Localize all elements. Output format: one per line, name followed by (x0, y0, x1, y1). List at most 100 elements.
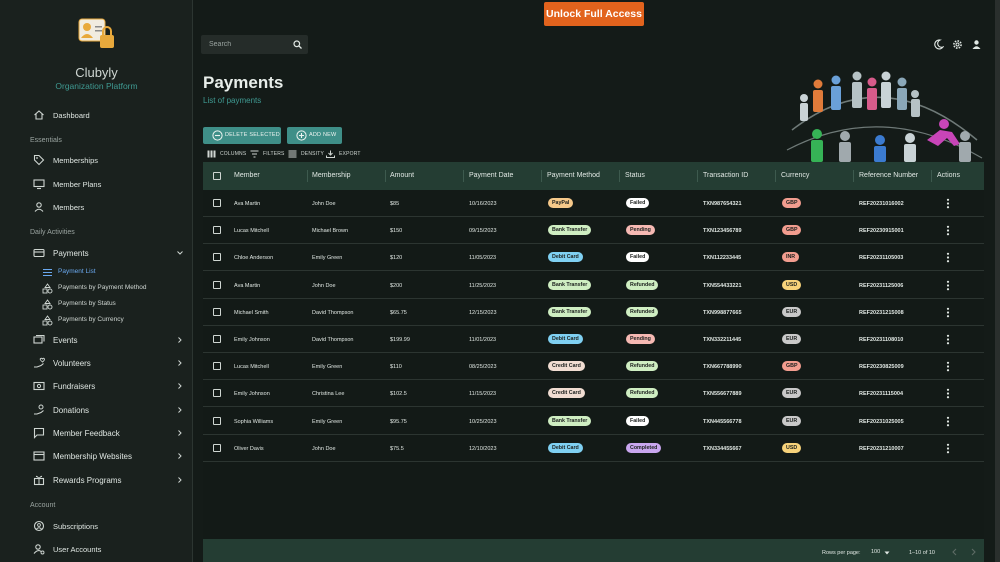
table-row[interactable]: Ava Martin John Doe $85 10/16/2023 PayPal Fai… (203, 190, 984, 217)
row-checkbox[interactable] (213, 389, 221, 398)
more-options-icon[interactable] (945, 252, 951, 263)
sidebar-item-memberships[interactable]: Memberships (0, 151, 192, 169)
density-button[interactable]: DENSITY (288, 149, 324, 159)
page-scrollbar[interactable] (995, 0, 1000, 562)
table-row[interactable]: Oliver Davis John Doe $75.5 12/10/2023 Debit… (203, 435, 984, 462)
filters-button[interactable]: FILTERS (250, 149, 286, 159)
reference-number-cell: REF20230915001 (859, 228, 904, 235)
member-cell: Ava Martin (234, 201, 261, 207)
row-checkbox[interactable] (213, 362, 221, 371)
column-header-payment-method[interactable]: Payment Method (547, 172, 600, 179)
sidebar-item-events[interactable]: Events (0, 331, 192, 349)
more-options-icon[interactable] (945, 361, 951, 372)
search-input[interactable] (209, 38, 289, 51)
column-header-member[interactable]: Member (234, 172, 260, 179)
row-checkbox[interactable] (213, 416, 221, 425)
row-checkbox[interactable] (213, 253, 221, 262)
rows-per-page-select[interactable]: 100 (871, 549, 891, 557)
unlock-full-access-button[interactable]: Unlock Full Access (544, 2, 644, 26)
sidebar-item-dashboard[interactable]: Dashboard (0, 106, 192, 124)
more-options-icon[interactable] (945, 198, 951, 209)
column-header-amount[interactable]: Amount (390, 172, 414, 179)
sidebar-subitem-payments-by-status[interactable]: Payments by Status (0, 297, 192, 311)
table-row[interactable]: Chloe Anderson Emily Green $120 11/05/2023 D… (203, 244, 984, 272)
more-options-icon[interactable] (945, 225, 951, 236)
column-header-transaction-id[interactable]: Transaction ID (703, 172, 748, 179)
gear-icon[interactable] (952, 39, 963, 50)
table-row[interactable]: Lucas Mitchell Michael Brown $150 09/15/202… (203, 217, 984, 245)
more-options-icon[interactable] (945, 443, 951, 454)
person-icon (34, 202, 44, 212)
column-separator[interactable] (541, 170, 542, 182)
more-options-icon[interactable] (945, 307, 951, 318)
money-icon (33, 381, 45, 391)
add-new-button[interactable]: ADD NEW (287, 127, 342, 144)
column-separator[interactable] (463, 170, 464, 182)
page-subtitle: List of payments (203, 96, 262, 105)
table-row[interactable]: Ava Martin John Doe $200 11/25/2023 Bank Tra… (203, 272, 984, 299)
column-header-payment-date[interactable]: Payment Date (469, 172, 513, 179)
table-row[interactable]: Emily Johnson David Thompson $199.99 11/01/… (203, 326, 984, 353)
select-all-checkbox[interactable] (213, 172, 221, 180)
badge-icon (33, 520, 45, 532)
sidebar-subitem-payments-by-currency[interactable]: Payments by Currency (0, 313, 192, 327)
sidebar-item-member-feedback[interactable]: Member Feedback (0, 424, 192, 442)
sidebar-item-label: Member Feedback (53, 428, 120, 438)
row-checkbox[interactable] (213, 226, 221, 235)
column-separator[interactable] (775, 170, 776, 182)
column-header-currency[interactable]: Currency (781, 172, 809, 179)
delete-selected-label: DELETE SELECTED (225, 132, 280, 138)
moon-icon[interactable] (933, 39, 944, 50)
sidebar-item-fundraisers[interactable]: Fundraisers (0, 377, 192, 395)
currency-chip: EUR (782, 306, 802, 317)
more-options-icon[interactable] (945, 280, 951, 291)
row-checkbox[interactable] (213, 335, 221, 343)
sidebar-item-payments[interactable]: Payments (0, 244, 192, 262)
columns-button[interactable]: COLUMNS (207, 149, 247, 159)
column-separator[interactable] (619, 170, 620, 182)
reference-number-cell: REF20231125006 (859, 282, 904, 289)
column-separator[interactable] (853, 170, 854, 182)
minus-circle-icon (212, 130, 223, 141)
row-checkbox[interactable] (213, 443, 221, 452)
row-checkbox[interactable] (213, 280, 221, 289)
row-checkbox[interactable] (213, 199, 221, 207)
table-row[interactable]: Emily Johnson Christina Lee $102.5 11/15/20… (203, 380, 984, 408)
sidebar-item-volunteers[interactable]: Volunteers (0, 354, 192, 372)
export-button[interactable]: EXPORT (326, 149, 362, 159)
more-options-icon[interactable] (945, 334, 951, 345)
sidebar-item-donations[interactable]: Donations (0, 401, 192, 419)
shapes-icon (42, 283, 53, 294)
column-separator[interactable] (385, 170, 386, 182)
table-row[interactable]: Sophia Williams Emily Green $95.75 10/25/20… (203, 408, 984, 435)
more-options-icon[interactable] (945, 388, 951, 399)
column-separator[interactable] (307, 170, 308, 182)
sidebar-item-user-accounts[interactable]: User Accounts (0, 540, 192, 558)
sidebar-item-rewards-programs[interactable]: Rewards Programs (0, 471, 192, 489)
sidebar-item-subscriptions[interactable]: Subscriptions (0, 517, 192, 535)
more-options-icon[interactable] (945, 416, 951, 427)
sidebar-subitem-payments-by-method[interactable]: Payments by Payment Method (0, 281, 192, 295)
column-header-reference-number[interactable]: Reference Number (859, 172, 918, 179)
column-separator[interactable] (931, 170, 932, 182)
column-separator[interactable] (697, 170, 698, 182)
column-header-membership[interactable]: Membership (312, 172, 351, 179)
column-header-status[interactable]: Status (625, 172, 645, 179)
sidebar-item-member-plans[interactable]: Member Plans (0, 175, 192, 193)
previous-page-icon[interactable] (951, 548, 959, 556)
sidebar-item-members[interactable]: Members (0, 198, 192, 216)
table-row[interactable]: Michael Smith David Thompson $65.75 12/15/2… (203, 299, 984, 326)
sidebar-subitem-payment-list[interactable]: Payment List (0, 265, 192, 279)
sidebar-item-label: Membership Websites (53, 451, 132, 461)
delete-selected-button[interactable]: DELETE SELECTED (203, 127, 281, 144)
table-row[interactable]: Lucas Mitchell Emily Green $110 08/25/2023 C… (203, 353, 984, 381)
status-chip: Failed (626, 415, 650, 426)
sidebar-item-membership-websites[interactable]: Membership Websites (0, 447, 192, 465)
amount-cell: $110 (390, 364, 402, 371)
search-icon[interactable] (293, 40, 302, 49)
member-cell: Lucas Mitchell (234, 228, 269, 235)
next-page-icon[interactable] (969, 548, 977, 556)
row-checkbox[interactable] (213, 307, 221, 316)
user-icon[interactable] (971, 39, 982, 50)
payment-method-chip: Bank Transfer (548, 225, 592, 236)
